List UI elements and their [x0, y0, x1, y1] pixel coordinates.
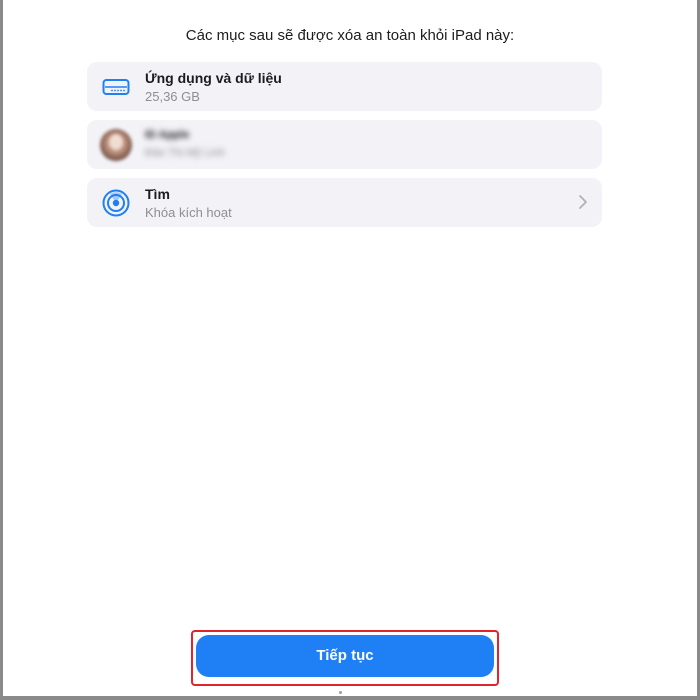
item-title: ID Apple — [145, 129, 190, 141]
list-item-apple-id: ID Apple Đào Thị Mỹ Linh — [87, 120, 602, 169]
chevron-right-icon — [579, 195, 587, 209]
list-item-apps-data: Ứng dụng và dữ liệu 25,36 GB — [87, 62, 602, 111]
item-subtitle: 25,36 GB — [145, 89, 200, 104]
avatar — [100, 129, 132, 161]
item-subtitle: Đào Thị Mỹ Linh — [145, 147, 225, 159]
item-title: Ứng dụng và dữ liệu — [145, 70, 282, 86]
page-indicator-dot — [339, 691, 342, 694]
find-my-icon — [102, 189, 130, 217]
page-heading: Các mục sau sẽ được xóa an toàn khỏi iPa… — [185, 27, 515, 44]
list-item-find-my[interactable]: Tìm Khóa kích hoạt — [87, 178, 602, 227]
item-subtitle: Khóa kích hoạt — [145, 205, 232, 220]
continue-button[interactable]: Tiếp tục — [196, 635, 494, 677]
item-title: Tìm — [145, 186, 170, 202]
storage-drive-icon — [102, 79, 130, 95]
